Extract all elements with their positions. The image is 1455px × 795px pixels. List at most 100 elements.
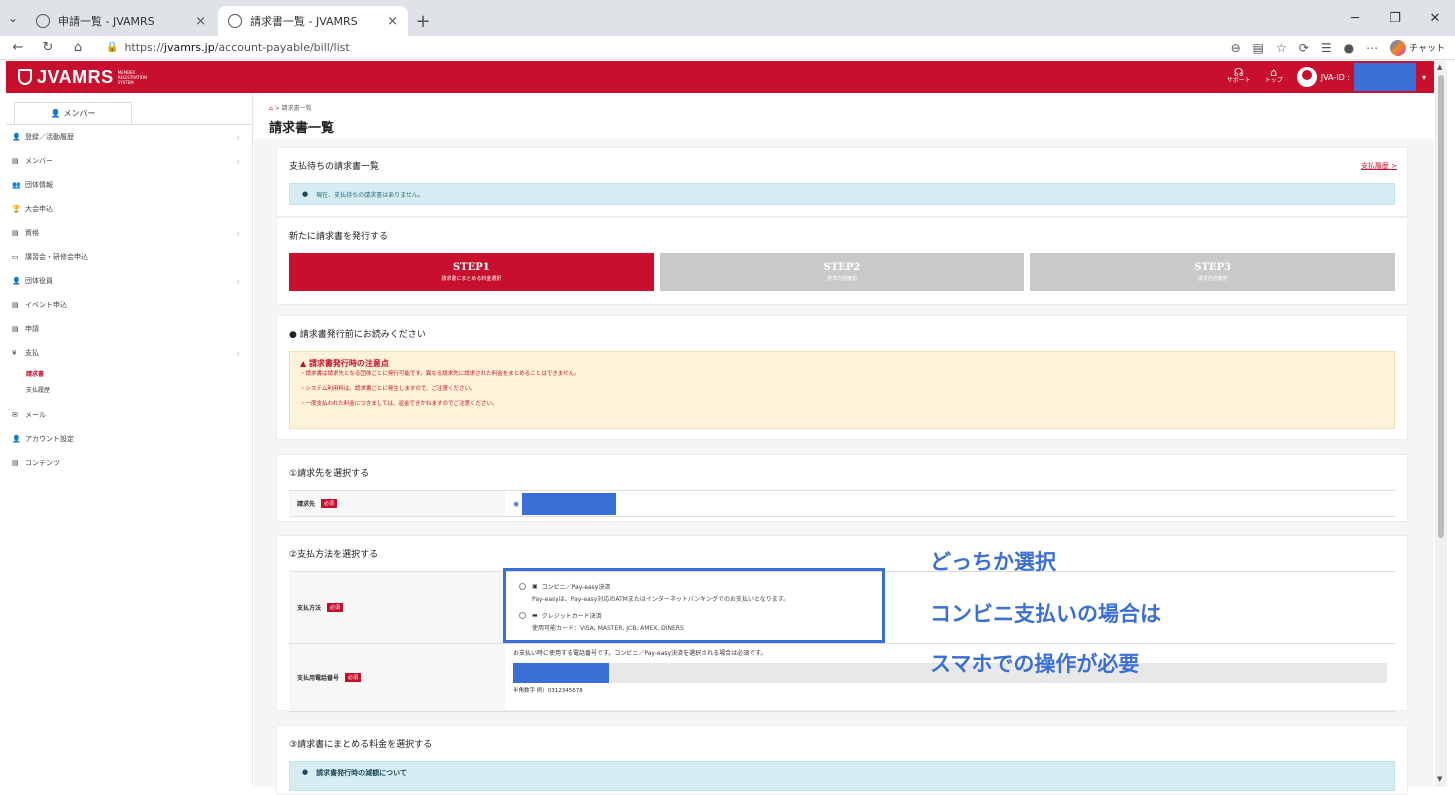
billto-label-text: 請求先	[297, 501, 316, 508]
sidebar-item[interactable]: ¥ 支払 ‹	[6, 341, 252, 365]
address-bar: ← ↻ ⌂ 🔒 https://jvamrs.jp/account-payabl…	[0, 36, 1455, 60]
pending-info-text: 現在、支払待ちの請求書はありません。	[316, 191, 424, 199]
payment-method-label: 支払方法 必須	[289, 572, 505, 643]
favorite-star-icon[interactable]: ☆	[1276, 41, 1287, 55]
lecture-icon: ▭	[12, 253, 19, 261]
step-name: STEP2	[823, 262, 861, 273]
top-button[interactable]: ⌂ トップ	[1265, 66, 1283, 85]
person-icon: 👤	[12, 133, 21, 141]
sidebar-item[interactable]: 👤 アカウント設定	[6, 427, 252, 451]
url-domain: jvamrs.jp	[163, 41, 215, 54]
annotation-line-1: どっちか選択	[930, 550, 1056, 574]
sidebar-item[interactable]: ▤ 申請	[6, 317, 252, 341]
chevron-icon: ‹	[236, 132, 240, 142]
more-icon[interactable]: ⋯	[1366, 41, 1378, 55]
zoom-icon[interactable]: ⊖	[1231, 41, 1241, 55]
officers-icon: 👤	[12, 277, 21, 285]
history-link-label: 支払履歴	[1360, 162, 1389, 170]
application-icon: ▤	[12, 325, 19, 333]
yen-icon: ¥	[12, 349, 17, 357]
scroll-down-icon[interactable]: ▼	[1437, 775, 1442, 783]
scroll-thumb[interactable]	[1438, 75, 1444, 538]
minimize-icon[interactable]: ─	[1335, 0, 1375, 36]
phone-row: 支払用電話番号 必須 お支払い時に使用する電話番号です。コンビニ／Pay-easy…	[289, 644, 1395, 712]
scroll-up-icon[interactable]: ▲	[1437, 63, 1442, 71]
back-icon[interactable]: ←	[6, 40, 30, 55]
support-label: サポート	[1226, 77, 1251, 84]
billto-card: ①請求先を選択する 請求先 必須 ◉	[276, 454, 1408, 522]
restore-icon[interactable]: ❐	[1375, 0, 1415, 36]
sidebar-item-label: 支払	[25, 349, 39, 357]
warning-line: ・請求書は請求先となる団体ごとに発行可能です。異なる請求先に請求された料金をまと…	[300, 371, 580, 377]
sidebar-item[interactable]: ▭ 講習会・研修会申込	[6, 245, 252, 269]
sidebar-item[interactable]: 👤 団体役員 ‹	[6, 269, 252, 293]
browser-toolbar: ⊖ ▤ ☆ ⟳ ☰ ● ⋯ チャット	[1231, 39, 1445, 56]
info-icon: ●	[302, 190, 309, 198]
warning-icon: ▲	[300, 359, 309, 368]
url-field[interactable]: 🔒 https://jvamrs.jp/account-payable/bill…	[98, 37, 1228, 58]
pending-card: 支払待ちの請求書一覧 支払履歴 > ● 現在、支払待ちの請求書はありません。	[276, 147, 1408, 217]
notice-title: ● 請求書発行前にお読みください	[277, 316, 1407, 351]
warning-title: ▲ 請求書発行時の注意点	[300, 358, 1384, 369]
sidebar-subitem[interactable]: 支払履歴	[6, 381, 252, 397]
browser-tab-1[interactable]: 申請一覧 - JVAMRS ×	[26, 6, 216, 36]
sidebar-item[interactable]: ✉ メール	[6, 403, 252, 427]
logo[interactable]: JVAMRS MEMBER REGISTRATION SYSTEM	[18, 67, 147, 88]
pending-title: 支払待ちの請求書一覧	[289, 162, 380, 172]
page-header: ⌂ > 請求書一覧 請求書一覧	[254, 93, 1434, 139]
site-header: JVAMRS MEMBER REGISTRATION SYSTEM ☊ サポート …	[6, 61, 1434, 93]
page-title: 請求書一覧	[269, 121, 335, 136]
home-icon[interactable]: ⌂	[269, 105, 273, 112]
step-name: STEP1	[452, 262, 490, 273]
page-scrollbar[interactable]: ▲ ▼	[1435, 61, 1447, 787]
sidebar-item[interactable]: ▤ 資格 ‹	[6, 221, 252, 245]
browser-tab-2[interactable]: 請求書一覧 - JVAMRS ×	[218, 6, 408, 36]
url-scheme: https://	[124, 41, 164, 54]
close-tab-icon[interactable]: ×	[195, 14, 206, 29]
sidebar-tab-label: メンバー	[63, 109, 96, 118]
favorites-icon[interactable]: ☰	[1321, 41, 1332, 55]
home-icon: ⌂	[1270, 66, 1278, 79]
sidebar-subitem[interactable]: 請求書	[6, 365, 252, 381]
sidebar-item[interactable]: 👤 登録／活動履歴 ‹	[6, 125, 252, 149]
sidebar-tab-member[interactable]: 👤 メンバー	[14, 102, 132, 124]
close-tab-icon[interactable]: ×	[387, 14, 398, 29]
new-tab-button[interactable]: +	[410, 6, 436, 36]
home-icon[interactable]: ⌂	[66, 40, 90, 55]
sidebar-item[interactable]: ▤ メンバー ‹	[6, 149, 252, 173]
step-1: STEP1 請求書にまとめる料金選択	[289, 253, 654, 291]
tab-actions-icon[interactable]: ⌄	[0, 0, 26, 36]
stepper: STEP1 請求書にまとめる料金選択 STEP2 請求内容確認 STEP3 請求内容確…	[289, 253, 1396, 291]
browser-tab-bar: ⌄ 申請一覧 - JVAMRS × 請求書一覧 - JVAMRS × + ─ ❐…	[0, 0, 1455, 36]
required-badge: 必須	[327, 603, 344, 612]
fees-info-title: 請求書発行時の減額について	[316, 769, 407, 777]
redacted-billto	[522, 492, 617, 515]
close-window-icon[interactable]: ✕	[1415, 0, 1455, 36]
person-icon: 👤	[50, 109, 61, 118]
billto-radio[interactable]: ◉	[513, 500, 519, 508]
headset-icon: ☊	[1233, 66, 1244, 79]
pending-info: ● 現在、支払待ちの請求書はありません。	[289, 183, 1395, 205]
sidebar-item-label: 講習会・研修会申込	[25, 253, 88, 261]
reload-icon[interactable]: ↻	[36, 40, 60, 55]
sidebar-item-label: 申請	[25, 325, 39, 333]
step-3: STEP3 請求内容確定	[1030, 253, 1396, 291]
warning-box: ▲ 請求書発行時の注意点 ・請求書は請求先となる団体ごとに発行可能です。異なる請…	[289, 351, 1395, 429]
warning-line: ・システム利用料は、請求書ごとに発生しますので、ご注意ください。	[300, 386, 476, 392]
fees-card: ③請求書にまとめる料金を選択する ● 請求書発行時の減額について	[276, 725, 1408, 795]
sidebar-item[interactable]: 🏆 大会申込	[6, 197, 252, 221]
annotation-line-3: スマホでの操作が必要	[930, 652, 1140, 676]
breadcrumb: ⌂ > 請求書一覧	[269, 105, 312, 112]
sidebar-item[interactable]: ▤ イベント申込	[6, 293, 252, 317]
sidebar-item[interactable]: 👥 団体情報	[6, 173, 252, 197]
reading-view-icon[interactable]: ▤	[1253, 41, 1264, 55]
copilot-icon	[1390, 39, 1407, 56]
profile-icon[interactable]: ●	[1344, 41, 1354, 55]
chat-button[interactable]: チャット	[1390, 39, 1445, 56]
support-button[interactable]: ☊ サポート	[1226, 66, 1251, 85]
sidebar-item[interactable]: ▤ コンテンツ	[6, 451, 252, 475]
history-link[interactable]: 支払履歴 >	[1361, 161, 1397, 171]
user-menu[interactable]: JVA-ID : ▾	[1296, 63, 1426, 91]
extensions-icon[interactable]: ⟳	[1299, 41, 1309, 55]
jva-id-label: JVA-ID :	[1320, 72, 1350, 82]
